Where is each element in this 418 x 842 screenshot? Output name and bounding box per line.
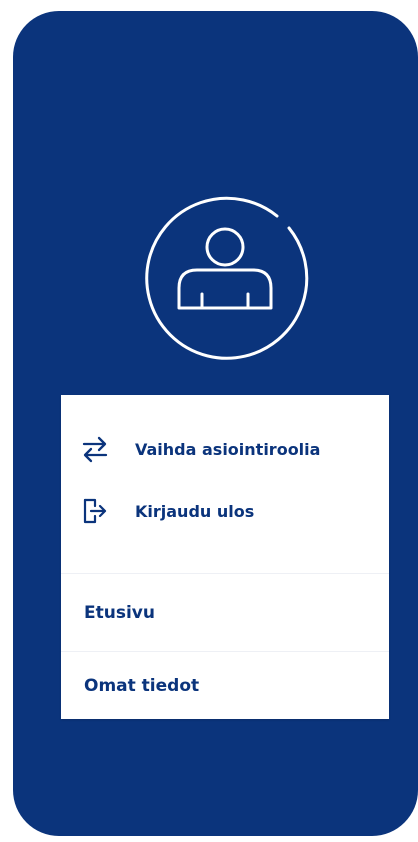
menu-card: Vaihda asiointiroolia Kirjaudu ulos Etus… — [61, 395, 389, 719]
nav-item-omat-tiedot[interactable]: Omat tiedot — [61, 651, 389, 719]
switch-role-button[interactable]: Vaihda asiointiroolia — [61, 425, 389, 473]
nav-item-etusivu[interactable]: Etusivu — [61, 573, 389, 651]
nav-item-label: Omat tiedot — [84, 675, 200, 696]
logout-door-icon — [80, 496, 110, 526]
logout-label: Kirjaudu ulos — [135, 501, 255, 521]
logout-button[interactable]: Kirjaudu ulos — [61, 487, 389, 535]
user-icon — [145, 196, 309, 360]
mobile-menu-panel: Vaihda asiointiroolia Kirjaudu ulos Etus… — [13, 11, 418, 836]
swap-arrows-icon — [80, 434, 110, 464]
switch-role-label: Vaihda asiointiroolia — [135, 439, 321, 459]
nav-item-label: Etusivu — [84, 602, 155, 623]
user-avatar — [139, 190, 311, 362]
